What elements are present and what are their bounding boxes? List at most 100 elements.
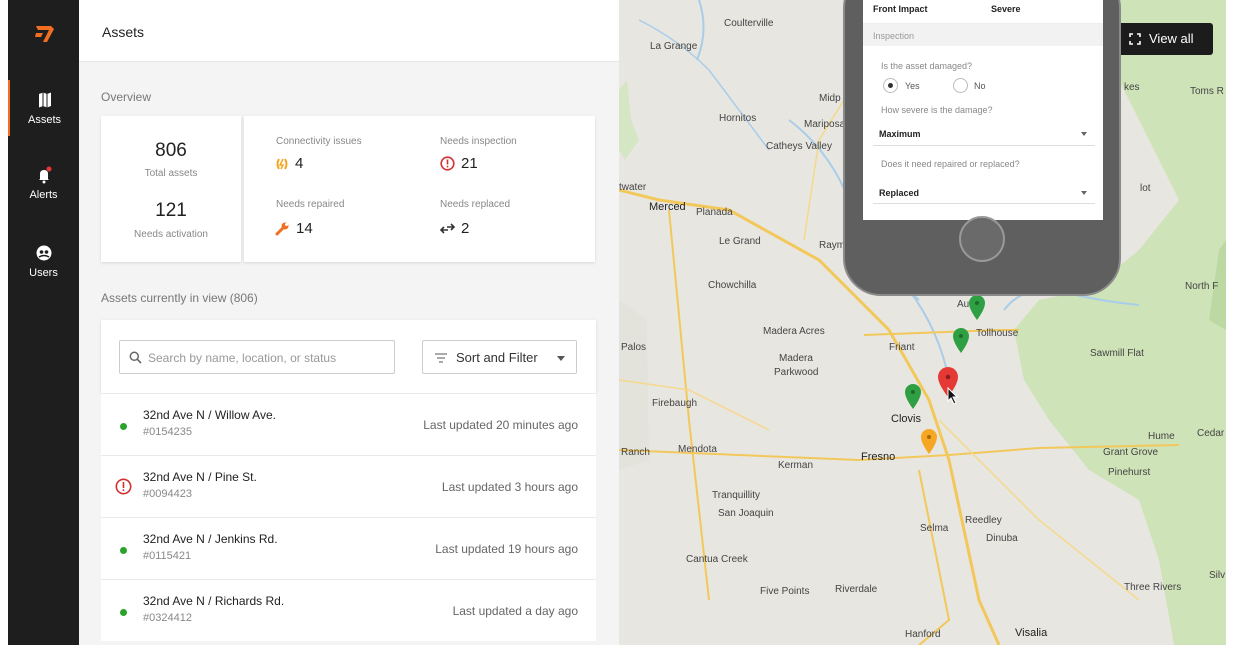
map-pin-green[interactable] — [967, 293, 987, 321]
sidebar-item-assets[interactable]: Assets — [8, 80, 79, 136]
total-assets-value: 806 — [155, 140, 187, 161]
map-label: Pinehurst — [1108, 467, 1151, 478]
map-label: Firebaugh — [652, 398, 698, 409]
asset-id: #0324412 — [143, 612, 192, 624]
map-label: Visalia — [1015, 627, 1048, 639]
filter-icon — [435, 353, 447, 363]
repaired-stat[interactable]: 14 — [275, 220, 313, 237]
map-label: Hanford — [905, 629, 941, 640]
map-label: Grant Grove — [1103, 447, 1159, 458]
search-placeholder: Search by name, location, or status — [148, 351, 337, 365]
phone-yes-label: Yes — [905, 81, 920, 91]
map-label: twater — [619, 182, 647, 193]
map-label: Friant — [889, 342, 915, 353]
connectivity-label: Connectivity issues — [276, 136, 362, 147]
chevron-down-icon — [1081, 132, 1087, 136]
totals-card: 806 Total assets 121 Needs activation — [101, 116, 241, 262]
map-icon — [38, 92, 51, 108]
map-label: Raym — [819, 240, 846, 251]
map-label: Dinuba — [986, 533, 1018, 544]
map-pin-green[interactable] — [903, 382, 923, 410]
connectivity-icon — [276, 157, 288, 170]
map-label: Five Points — [760, 586, 810, 597]
sidebar-item-label: Alerts — [29, 189, 58, 201]
overview-label: Overview — [101, 90, 152, 104]
sidebar-item-users[interactable]: Users — [8, 244, 79, 279]
sidebar-item-label: Users — [29, 267, 58, 279]
phone-mockup: Front Impact Severe Inspection Is the as… — [843, 0, 1121, 296]
asset-name: 32nd Ave N / Willow Ave. — [143, 408, 276, 422]
map-label: kes — [1124, 82, 1140, 93]
status-card: Connectivity issues 4 Needs inspection 2… — [244, 116, 595, 262]
asset-name: 32nd Ave N / Richards Rd. — [143, 594, 285, 608]
phone-home-button — [959, 216, 1005, 262]
asset-row[interactable]: 32nd Ave N / Pine St. #0094423 Last upda… — [101, 455, 596, 517]
map-label: Le Grand — [719, 236, 761, 247]
map-label: Catheys Valley — [766, 141, 832, 152]
map-label: Selma — [920, 523, 949, 534]
panel-header: Assets — [79, 0, 619, 62]
asset-updated: Last updated 3 hours ago — [441, 480, 578, 494]
asset-name: 32nd Ave N / Pine St. — [143, 470, 257, 484]
asset-updated: Last updated a day ago — [452, 604, 578, 618]
alert-icon — [115, 478, 132, 495]
bell-icon — [38, 166, 51, 184]
phone-action-select[interactable]: Replaced — [873, 178, 1095, 204]
search-input[interactable]: Search by name, location, or status — [119, 340, 395, 374]
view-all-button[interactable]: View all — [1118, 23, 1213, 55]
phone-summary-row: Front Impact Severe — [863, 0, 1103, 24]
phone-section-label: Inspection — [873, 31, 915, 41]
asset-updated: Last updated 19 hours ago — [435, 542, 578, 556]
replaced-value: 2 — [461, 220, 470, 237]
map-label: Silv — [1209, 570, 1226, 581]
status-ok-icon — [120, 423, 127, 430]
map-label: Fresno — [861, 451, 896, 463]
map-label: Reedley — [965, 515, 1002, 526]
mouse-cursor-icon — [947, 387, 959, 405]
inspection-label: Needs inspection — [440, 136, 517, 147]
view-all-label: View all — [1149, 31, 1194, 46]
asset-row[interactable]: 32nd Ave N / Jenkins Rd. #0115421 Last u… — [101, 517, 596, 579]
phone-screen: Front Impact Severe Inspection Is the as… — [863, 0, 1103, 220]
sidebar-item-label: Assets — [27, 114, 61, 126]
phone-radio-yes[interactable] — [883, 78, 898, 93]
map-label: North F — [1185, 281, 1219, 292]
left-edge — [0, 0, 8, 645]
page-title: Assets — [102, 24, 145, 40]
map-label: Planada — [696, 207, 733, 218]
app-window: Assets Alerts Users Assets Overview 806 … — [0, 0, 1238, 645]
map-label: La Grange — [650, 41, 698, 52]
map-label: Three Rivers — [1124, 582, 1182, 593]
map-pin-green[interactable] — [951, 326, 971, 354]
map-label: Tranquillity — [712, 490, 760, 501]
map-label: Hornitos — [719, 113, 757, 124]
map-label: Toms R — [1190, 86, 1224, 97]
asset-id: #0115421 — [143, 550, 192, 562]
asset-row[interactable]: 32nd Ave N / Richards Rd. #0324412 Last … — [101, 579, 596, 641]
phone-question-damaged: Is the asset damaged? — [881, 61, 973, 71]
status-ok-icon — [120, 547, 127, 554]
map-label: Merced — [649, 201, 686, 213]
phone-section-bar: Inspection — [863, 24, 1103, 46]
phone-severity-value: Maximum — [879, 129, 921, 139]
asset-row[interactable]: 32nd Ave N / Willow Ave. #0154235 Last u… — [101, 393, 596, 455]
replaced-label: Needs replaced — [440, 199, 511, 210]
phone-no-label: No — [974, 81, 986, 91]
phone-severity-label: Severe — [991, 4, 1021, 14]
replaced-stat[interactable]: 2 — [440, 220, 469, 237]
connectivity-stat[interactable]: 4 — [275, 155, 303, 172]
repaired-value: 14 — [296, 220, 313, 237]
expand-icon — [1129, 33, 1141, 45]
sidebar-item-alerts[interactable]: Alerts — [8, 166, 79, 201]
map-pin-orange[interactable] — [919, 427, 939, 455]
right-edge — [1226, 0, 1238, 645]
inspection-stat[interactable]: 21 — [440, 155, 478, 172]
phone-radio-no[interactable] — [953, 78, 968, 93]
map-view[interactable]: Coulterville La Grange Hornitos Mariposa… — [619, 0, 1226, 645]
map-label: Sawmill Flat — [1090, 348, 1144, 359]
swap-icon — [440, 223, 455, 234]
connectivity-value: 4 — [295, 155, 304, 172]
sort-filter-button[interactable]: Sort and Filter — [422, 340, 577, 374]
phone-severity-select[interactable]: Maximum — [873, 120, 1095, 146]
phone-impact-label: Front Impact — [873, 4, 928, 14]
